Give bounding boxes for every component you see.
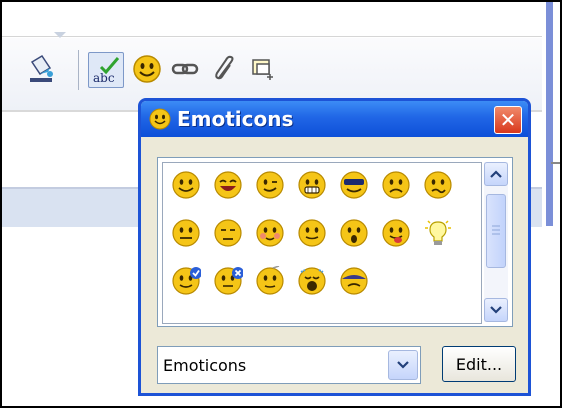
emoticon-smile-icon[interactable] (171, 170, 201, 200)
toolbar-separator (78, 50, 79, 90)
insert-window-icon (252, 59, 273, 80)
emoticon-neutral-icon[interactable] (297, 218, 327, 248)
paint-bucket-icon (30, 54, 53, 82)
edit-button[interactable]: Edit... (442, 346, 516, 382)
close-button[interactable]: ✕ (494, 106, 522, 134)
emoticon-thinking-icon[interactable] (255, 266, 285, 296)
emoticon-silly-icon[interactable] (171, 218, 201, 248)
emoticon-shy-icon[interactable] (339, 266, 369, 296)
category-select[interactable]: Emoticons (157, 346, 421, 384)
emoticon-wink-icon[interactable] (255, 170, 285, 200)
emoticon-grin-icon[interactable] (297, 170, 327, 200)
chevron-down-icon (490, 306, 502, 314)
dialog-titlebar[interactable]: Emoticons ✕ (141, 101, 528, 137)
paperclip-icon (215, 55, 234, 80)
svg-text:abc: abc (93, 71, 115, 85)
chevron-up-icon (490, 170, 502, 178)
emoticon-idea-bulb-icon[interactable] (423, 218, 453, 248)
emoticon-tongue-icon[interactable] (381, 218, 411, 248)
spellcheck-icon: abc (93, 57, 120, 85)
emoticon-crying-icon[interactable] (297, 266, 327, 296)
grip-icon (492, 225, 500, 235)
emoticon-frown-icon[interactable] (381, 170, 411, 200)
scroll-down-button[interactable] (484, 298, 508, 322)
attach-file-button[interactable] (208, 52, 242, 86)
emoticon-scrollbar[interactable] (484, 162, 508, 322)
emoticon-confused-icon[interactable] (423, 170, 453, 200)
category-dropdown-button[interactable] (388, 350, 418, 380)
insert-link-button[interactable] (168, 52, 202, 86)
category-select-value: Emoticons (163, 356, 247, 375)
chevron-down-icon (397, 361, 409, 369)
emoticon-sad-icon[interactable] (213, 218, 243, 248)
scroll-thumb[interactable] (486, 194, 506, 268)
paint-bucket-button[interactable] (24, 52, 58, 86)
window-edge (546, 2, 553, 226)
emoticon-icon (133, 55, 161, 83)
editor-top-strip (2, 2, 542, 38)
emoticon-blush-icon[interactable] (255, 218, 285, 248)
emoticon-surprised-icon[interactable] (339, 218, 369, 248)
emoticon-picker (157, 157, 513, 327)
close-icon: ✕ (499, 108, 517, 132)
divider-line (551, 162, 560, 164)
emoticon-toolbar-button[interactable] (130, 52, 164, 86)
link-icon (171, 63, 199, 75)
emoticon-cancel-icon[interactable] (213, 266, 243, 296)
dialog-title: Emoticons (177, 107, 294, 131)
emoticon-check-icon[interactable] (171, 266, 201, 296)
emoticons-dialog: Emoticons ✕ Emoticons Edit... (138, 98, 531, 396)
emoticon-grid (162, 162, 482, 324)
emoticon-cool-icon[interactable] (339, 170, 369, 200)
insert-window-button[interactable] (246, 52, 280, 86)
screenshot-frame: abc Emoticons ✕ Emoticons Edit... (0, 0, 562, 408)
emoticon-laugh-icon[interactable] (213, 170, 243, 200)
spellcheck-button[interactable]: abc (88, 52, 124, 88)
scroll-up-button[interactable] (484, 162, 508, 186)
emoticon-icon (149, 108, 171, 130)
